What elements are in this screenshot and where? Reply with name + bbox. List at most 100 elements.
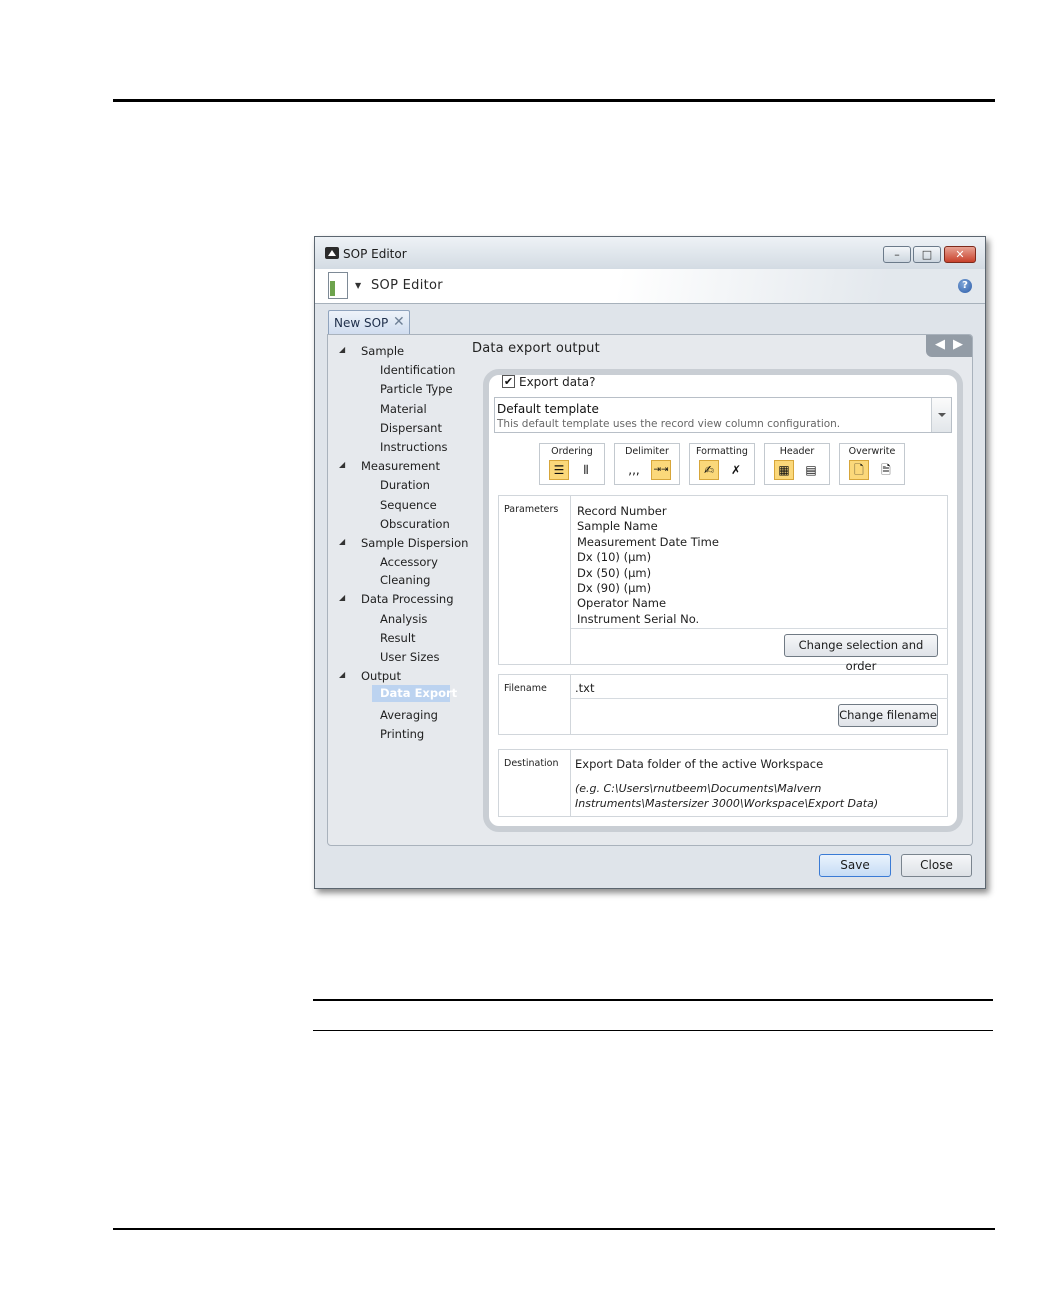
section-rule-thin bbox=[313, 1030, 993, 1031]
nav-output[interactable]: Output bbox=[361, 669, 401, 683]
list-item: Operator Name bbox=[577, 596, 667, 611]
filename-value: .txt bbox=[575, 681, 595, 695]
section-divider bbox=[570, 675, 571, 734]
header-on-icon[interactable]: ▦ bbox=[774, 460, 794, 480]
maximize-button[interactable]: □ bbox=[913, 246, 941, 263]
expand-triangle-icon[interactable]: ◢ bbox=[339, 670, 345, 679]
nav-measurement[interactable]: Measurement bbox=[361, 459, 440, 473]
list-item: Dx (10) (µm) bbox=[577, 550, 652, 565]
title-bar[interactable]: SOP Editor – □ ✕ bbox=[315, 237, 985, 269]
template-name: Default template bbox=[497, 402, 599, 416]
parameters-section: Parameters Record Number Sample Name Mea… bbox=[498, 495, 948, 673]
nav-duration[interactable]: Duration bbox=[380, 478, 430, 492]
export-settings-card: ✔ Export data? Default template This def… bbox=[483, 369, 963, 832]
list-item: Sample Name bbox=[577, 519, 658, 534]
destination-example-path: (e.g. C:\Users\rnutbeem\Documents\Malver… bbox=[575, 782, 879, 810]
filename-label: Filename bbox=[504, 683, 547, 694]
tab-close-icon[interactable]: ✕ bbox=[393, 314, 405, 330]
nav-dispersant[interactable]: Dispersant bbox=[380, 421, 442, 435]
overwrite-file-icon[interactable]: 🗋 bbox=[849, 460, 869, 480]
page-bottom-rule bbox=[113, 1228, 995, 1230]
nav-obscuration[interactable]: Obscuration bbox=[380, 517, 450, 531]
save-button[interactable]: Save bbox=[819, 854, 891, 877]
previous-page-icon[interactable]: ◀ bbox=[935, 337, 945, 352]
expand-triangle-icon[interactable]: ◢ bbox=[339, 345, 345, 354]
change-filename-button[interactable]: Change filename bbox=[838, 704, 938, 727]
expand-triangle-icon[interactable]: ◢ bbox=[339, 460, 345, 469]
list-item: Instrument Serial No. bbox=[577, 611, 700, 626]
section-divider bbox=[571, 698, 948, 699]
export-data-checkbox[interactable]: ✔ bbox=[502, 375, 515, 388]
nav-accessory[interactable]: Accessory bbox=[380, 555, 438, 569]
new-file-icon[interactable]: 🗎 bbox=[876, 460, 896, 480]
sop-editor-window: SOP Editor – □ ✕ ▼ SOP Editor ? New SOP … bbox=[314, 236, 986, 889]
nav-particle-type[interactable]: Particle Type bbox=[380, 382, 453, 396]
destination-label: Destination bbox=[504, 758, 559, 769]
header-off-icon[interactable]: ▤ bbox=[801, 460, 821, 480]
panel-title: Data export output bbox=[472, 341, 600, 356]
nav-averaging[interactable]: Averaging bbox=[380, 708, 438, 722]
nav-sample[interactable]: Sample bbox=[361, 344, 404, 358]
nav-instructions[interactable]: Instructions bbox=[380, 440, 448, 454]
nav-analysis[interactable]: Analysis bbox=[380, 612, 427, 626]
nav-result[interactable]: Result bbox=[380, 631, 416, 645]
header-label: Header bbox=[779, 446, 815, 457]
page-top-rule bbox=[113, 99, 995, 102]
minimize-icon: – bbox=[894, 248, 900, 261]
nav-identification[interactable]: Identification bbox=[380, 363, 455, 377]
expand-triangle-icon[interactable]: ◢ bbox=[339, 593, 345, 602]
format-on-icon[interactable]: ✍ bbox=[699, 460, 719, 480]
window-title: SOP Editor bbox=[343, 247, 407, 261]
comma-delimiter-icon[interactable]: ,,, bbox=[624, 460, 644, 480]
expand-triangle-icon[interactable]: ◢ bbox=[339, 537, 345, 546]
next-page-icon[interactable]: ▶ bbox=[953, 337, 963, 352]
parameter-list: Record Number Sample Name Measurement Da… bbox=[577, 504, 719, 627]
nav-cleaning[interactable]: Cleaning bbox=[380, 573, 430, 587]
format-off-icon[interactable]: ✗ bbox=[726, 460, 746, 480]
delimiter-group: Delimiter ,,, ⇥⇥ bbox=[614, 443, 680, 485]
page-nav-arrows: ◀ ▶ bbox=[926, 335, 972, 357]
nav-data-processing[interactable]: Data Processing bbox=[361, 592, 454, 606]
sop-document-icon[interactable] bbox=[328, 272, 348, 299]
maximize-icon: □ bbox=[921, 248, 933, 261]
change-selection-button[interactable]: Change selection and order bbox=[784, 634, 938, 673]
section-rule bbox=[313, 999, 993, 1001]
list-item: Record Number bbox=[577, 504, 667, 518]
chevron-down-icon[interactable] bbox=[931, 398, 951, 432]
overwrite-group: Overwrite 🗋 🗎 bbox=[839, 443, 905, 485]
close-icon: ✕ bbox=[955, 248, 965, 261]
nav-sequence[interactable]: Sequence bbox=[380, 498, 437, 512]
nav-data-export[interactable]: Data Export bbox=[372, 685, 457, 702]
editor-header: ▼ SOP Editor ? bbox=[315, 269, 985, 304]
formatting-group: Formatting ✍ ✗ bbox=[689, 443, 755, 485]
tab-new-sop[interactable]: New SOP ✕ bbox=[328, 310, 410, 335]
sop-navigation-tree: ◢ Sample Identification Particle Type Ma… bbox=[328, 335, 468, 845]
delimiter-label: Delimiter bbox=[625, 446, 669, 457]
section-divider bbox=[570, 496, 571, 664]
section-divider bbox=[571, 628, 948, 629]
chevron-down-icon[interactable]: ▼ bbox=[355, 281, 361, 290]
ordering-columns-icon[interactable]: ⦀ bbox=[576, 460, 596, 480]
nav-printing[interactable]: Printing bbox=[380, 727, 424, 741]
template-dropdown[interactable]: Default template This default template u… bbox=[494, 397, 952, 433]
header-title: SOP Editor bbox=[371, 278, 443, 293]
close-window-button[interactable]: ✕ bbox=[944, 246, 976, 263]
nav-sample-dispersion[interactable]: Sample Dispersion bbox=[361, 536, 468, 550]
filename-section: Filename .txt Change filename bbox=[498, 674, 948, 735]
nav-material[interactable]: Material bbox=[380, 402, 427, 416]
header-group: Header ▦ ▤ bbox=[764, 443, 830, 485]
list-item: Dx (90) (µm) bbox=[577, 581, 652, 596]
tab-delimiter-icon[interactable]: ⇥⇥ bbox=[651, 460, 671, 480]
content-area: ◢ Sample Identification Particle Type Ma… bbox=[327, 334, 973, 846]
formatting-label: Formatting bbox=[696, 446, 748, 457]
help-icon[interactable]: ? bbox=[958, 279, 972, 293]
minimize-button[interactable]: – bbox=[883, 246, 911, 263]
list-item: Measurement Date Time bbox=[577, 534, 719, 549]
close-button[interactable]: Close bbox=[901, 854, 972, 877]
ordering-rows-icon[interactable]: ☰ bbox=[549, 460, 569, 480]
nav-user-sizes[interactable]: User Sizes bbox=[380, 650, 439, 664]
tab-label: New SOP bbox=[334, 316, 389, 330]
ordering-label: Ordering bbox=[551, 446, 593, 457]
export-data-label: Export data? bbox=[519, 375, 596, 389]
ordering-group: Ordering ☰ ⦀ bbox=[539, 443, 605, 485]
